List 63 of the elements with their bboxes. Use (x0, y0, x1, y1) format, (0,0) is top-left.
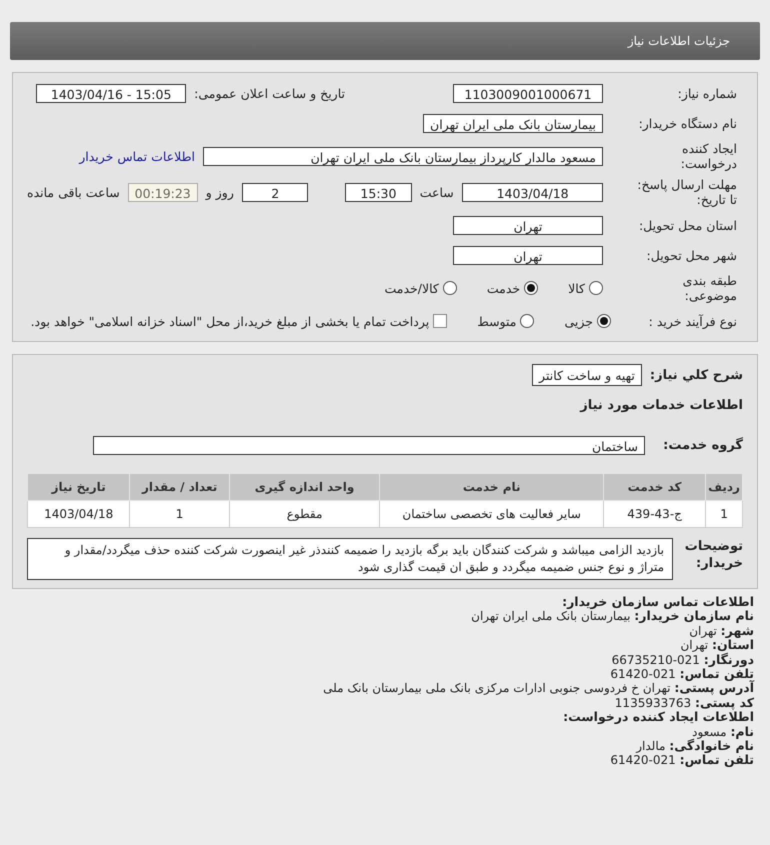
option-label: خدمت (486, 280, 520, 296)
column-header: واحد اندازه گیری (229, 474, 380, 500)
radio-button[interactable] (520, 314, 534, 328)
field-label: شرح کلي نياز: (650, 368, 743, 382)
value-field: تهران (453, 216, 603, 234)
option-label: جزیی (564, 314, 593, 328)
contact-line: نام: مسعود (692, 724, 754, 739)
field-label: نام دستگاه خریدار: (638, 116, 737, 130)
countdown-field: 00:19:23 (128, 182, 198, 202)
value-field: 1403/04/18 (462, 182, 604, 202)
field-label: ساعت باقی مانده (27, 184, 120, 200)
contact-line: استان: تهران (680, 638, 754, 652)
field-label: تاریخ و ساعت اعلان عمومی: (194, 86, 345, 100)
page-title: جزئیات اطلاعات نیاز (628, 34, 730, 48)
contact-heading: اطلاعات ایجاد کننده درخواست: (563, 710, 754, 725)
table-cell: ج-43-439 (604, 500, 706, 528)
column-header: ردیف (706, 474, 742, 500)
contact-heading: اطلاعات تماس سازمان خریدار: (562, 595, 754, 610)
table-cell: 1 (706, 500, 742, 528)
section-heading: اطلاعات خدمات مورد نیاز (580, 398, 743, 412)
table-cell: 1403/04/18 (28, 500, 130, 528)
field-label: طبقه بندی موضوعی: (682, 273, 737, 303)
field-label: توضیحات خریدار: (684, 538, 743, 572)
table-cell: مقطوع (229, 500, 380, 528)
field-label: نوع فرآیند خرید : (648, 314, 737, 328)
field-label: استان محل تحویل: (638, 218, 737, 232)
column-header: نام خدمت (380, 474, 604, 500)
value-field: 2 (242, 182, 308, 202)
value-field: 1103009001000671 (453, 84, 603, 102)
option-label: متوسط (477, 314, 516, 328)
radio-button[interactable] (589, 281, 603, 295)
value-field: 15:30 (345, 182, 412, 202)
checkbox-label: پرداخت تمام یا بخشی از مبلغ خرید،از محل "اسناد خزانه اسلامی" خواهد بود. (30, 314, 430, 328)
contact-line: آدرس پستی: تهران خ فردوسی جنوبی ادارات مرکزی بانک ملی بیمارستان بانک ملی (323, 681, 754, 696)
field-label: شهر محل تحویل: (646, 248, 737, 262)
radio-button[interactable] (524, 281, 538, 295)
checkbox[interactable] (433, 314, 448, 328)
field-label: روز و (206, 184, 234, 200)
value-field: مسعود مالدار کارپرداز بیمارستان بانک ملی ایران تهران (203, 146, 603, 166)
field-label: ساعت (420, 184, 454, 200)
value-field: بیمارستان بانک ملی ایران تهران (423, 114, 603, 132)
contact-line: نام سازمان خریدار: بیمارستان بانک ملی ایران تهران (471, 609, 754, 624)
table-cell: سایر فعالیت های تخصصی ساختمان (380, 500, 604, 528)
radio-button[interactable] (442, 281, 457, 295)
column-header: تاریخ نیاز (28, 474, 130, 500)
field-label: گروه خدمت: (662, 438, 743, 452)
column-header: کد خدمت (604, 474, 706, 500)
option-label: کالا/خدمت (384, 280, 439, 296)
option-label: کالا (568, 280, 585, 296)
value-field: ساختمان (93, 436, 645, 454)
column-header: تعداد / مقدار (130, 474, 230, 500)
field-label: مهلت ارسال پاسخ: تا تاریخ: (636, 177, 737, 207)
buyer-contact-link[interactable]: اطلاعات تماس خریدار (79, 148, 195, 164)
notes-text: بازدید الزامی میباشد و شرکت کنندگان باید برگه بازدید را ضمیمه کنندذر غیر اینصورت شرکت کننده حذف میگردد/مقدار و متراژ و نوع جنس ضمیمه میگردد و طبق ان قیمت گذاری شود (27, 538, 673, 580)
value-field: تهیه و ساخت کانتر (532, 364, 642, 386)
contact-line: نام خانوادگی: مالدار (636, 739, 754, 754)
value-field: 1403/04/16 - 15:05 (36, 84, 186, 102)
field-label: شماره نیاز: (676, 86, 737, 100)
field-label: ایجاد کننده درخواست: (680, 141, 737, 171)
value-field: تهران (453, 246, 603, 264)
contact-line: شهر: تهران (689, 624, 754, 638)
radio-button[interactable] (597, 314, 611, 328)
table-cell: 1 (130, 500, 230, 528)
